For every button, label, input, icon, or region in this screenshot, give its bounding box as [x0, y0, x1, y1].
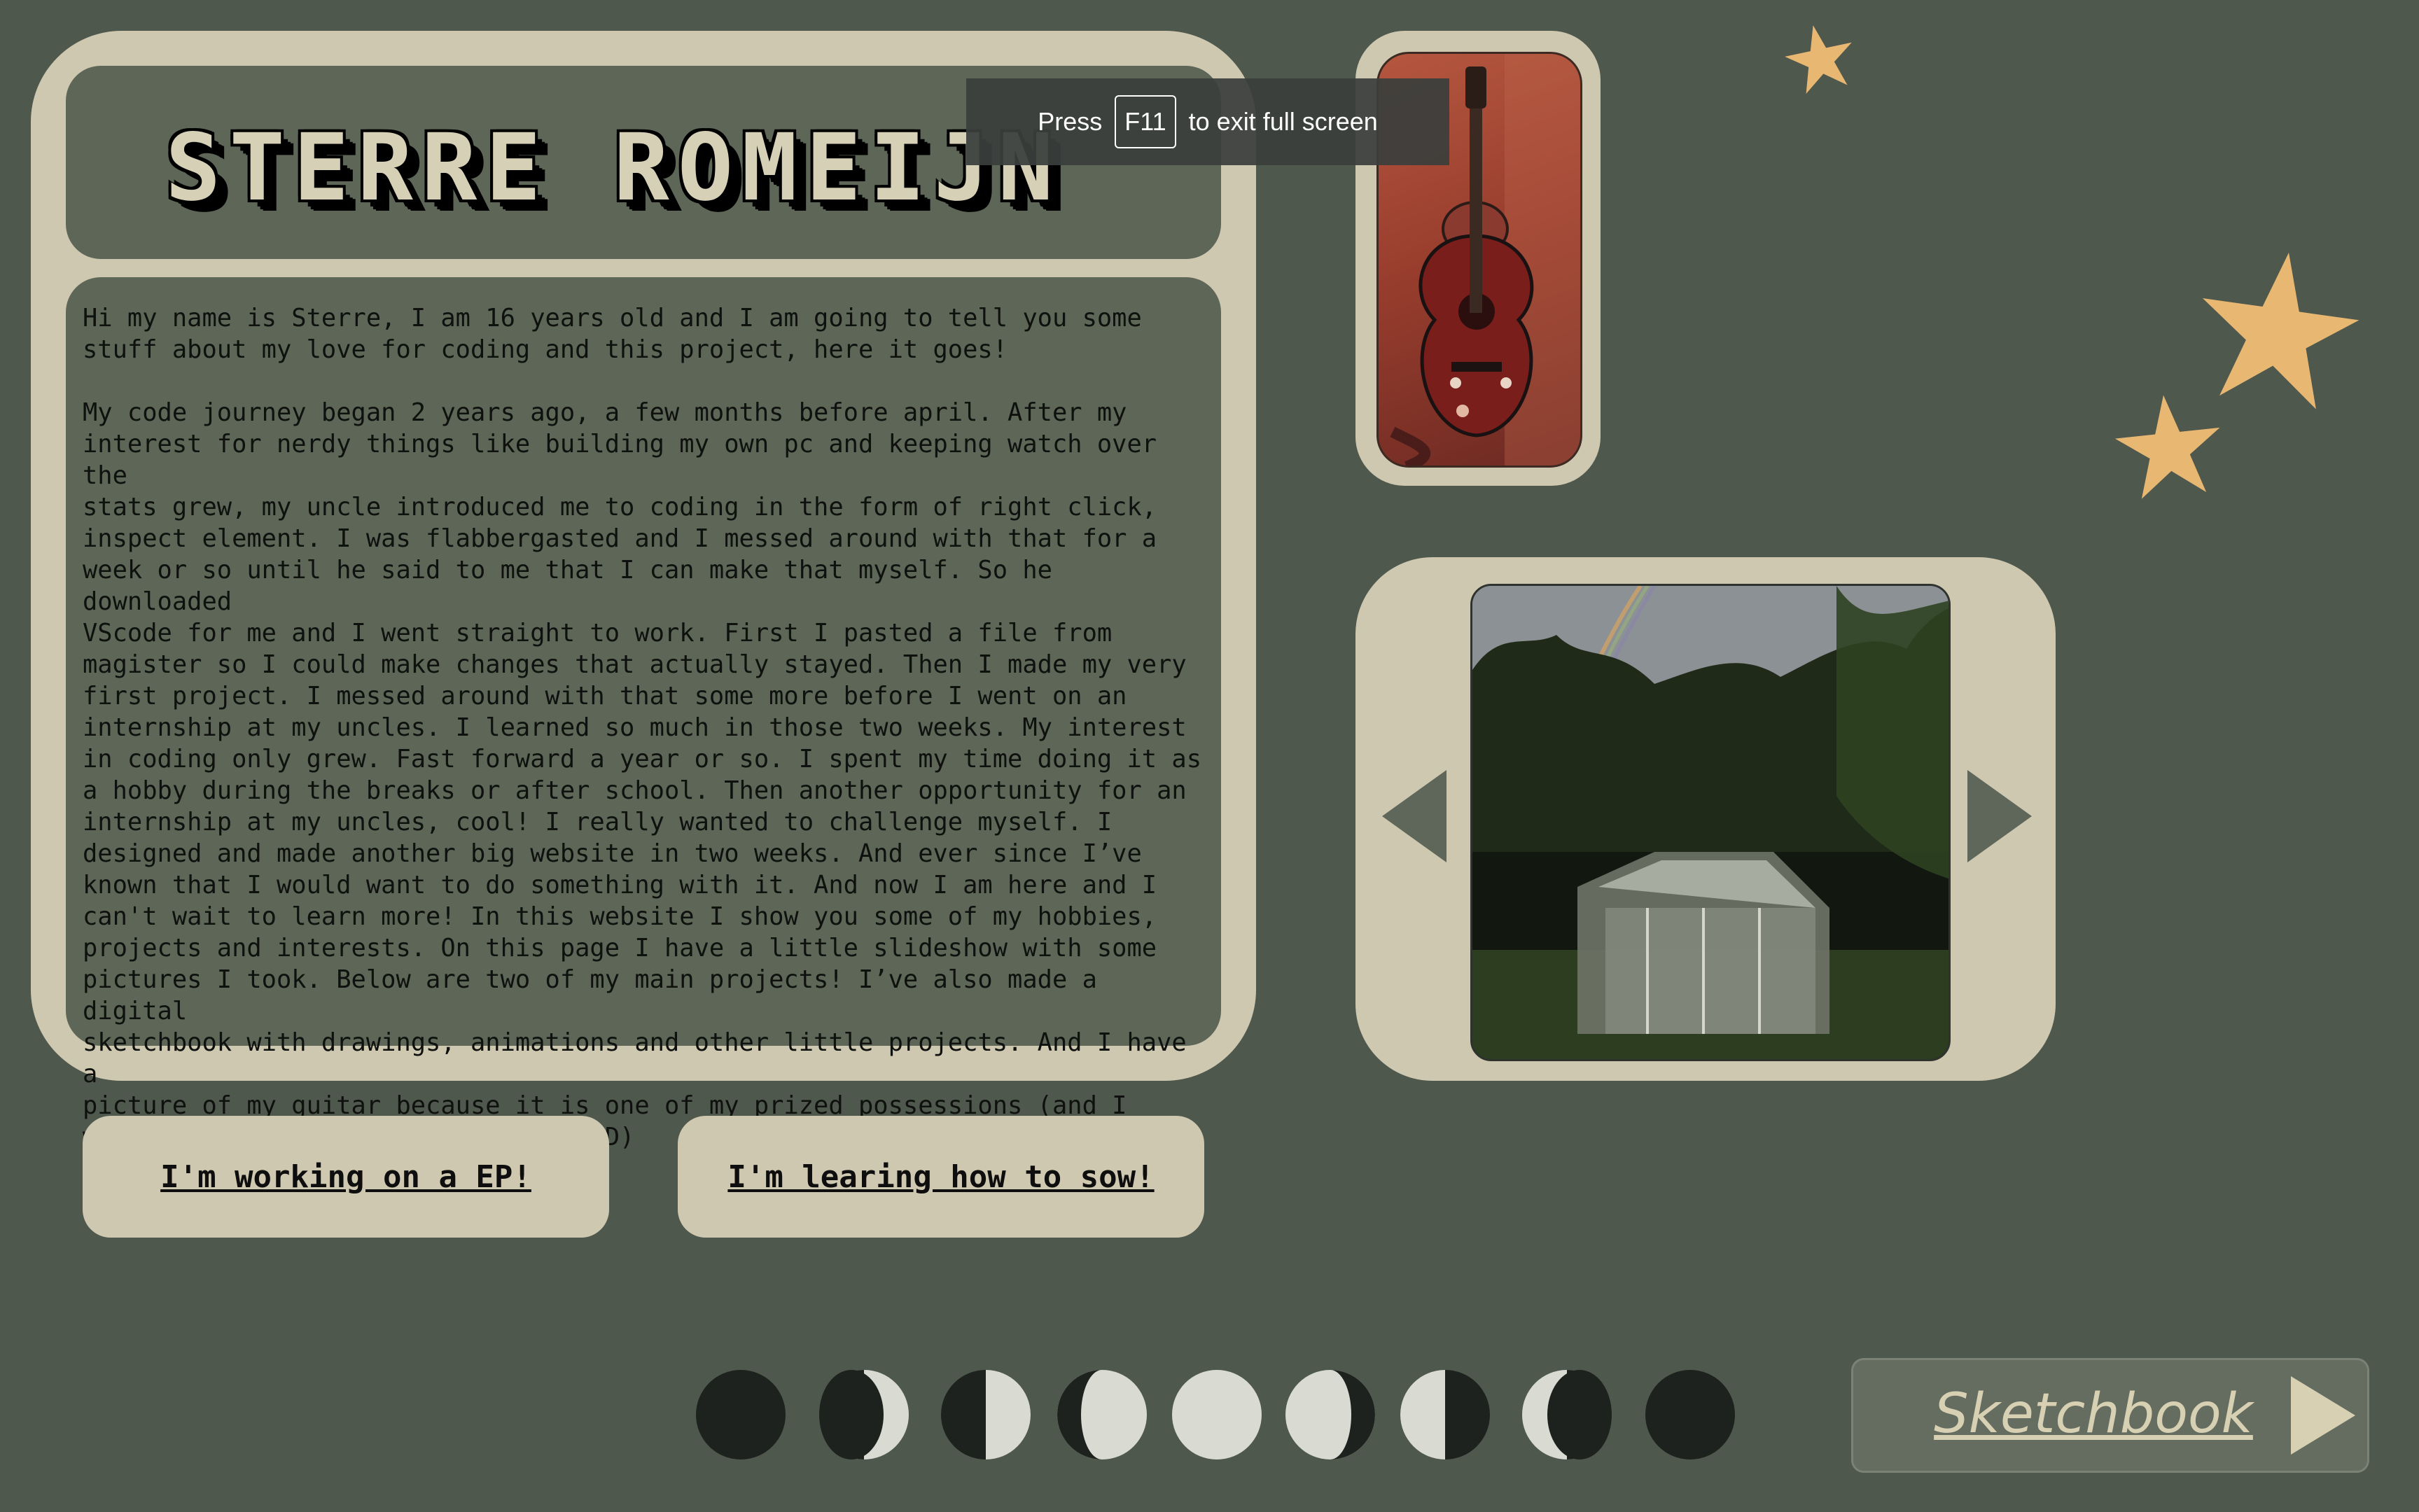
fullscreen-hint: Press F11 to exit full screen: [966, 78, 1449, 165]
sketchbook-label[interactable]: Sketchbook: [1932, 1372, 2254, 1456]
fullscreen-hint-suffix: to exit full screen: [1188, 107, 1378, 136]
moon-last-quarter-icon: [1400, 1370, 1490, 1460]
slideshow-photo: [1470, 584, 1951, 1061]
moon-waning-crescent-icon: [1522, 1370, 1612, 1460]
slideshow-image: [1472, 586, 1949, 1059]
moon-full-icon: [1172, 1370, 1262, 1460]
previous-slide-button[interactable]: [1379, 767, 1449, 865]
moon-waxing-gibbous-icon: [1057, 1370, 1147, 1460]
star-icon: [1785, 25, 1852, 94]
moon-first-quarter-icon: [941, 1370, 1031, 1460]
intro-text: Hi my name is Sterre, I am 16 years old …: [83, 304, 1202, 1152]
fullscreen-key: F11: [1115, 95, 1176, 148]
play-arrow-icon[interactable]: [2288, 1373, 2358, 1457]
next-slide-button[interactable]: [1965, 767, 2035, 865]
moon-waning-gibbous-icon: [1285, 1370, 1375, 1460]
moon-new-icon: [1645, 1370, 1735, 1460]
sow-project-button[interactable]: I'm learing how to sow!: [678, 1116, 1204, 1238]
fullscreen-hint-prefix: Press: [1038, 107, 1103, 136]
moon-new-icon: [696, 1370, 786, 1460]
star-icon: [2114, 395, 2220, 499]
ep-project-button[interactable]: I'm working on a EP!: [83, 1116, 609, 1238]
moon-waxing-crescent-icon: [819, 1370, 909, 1460]
star-icon: [2202, 252, 2359, 410]
